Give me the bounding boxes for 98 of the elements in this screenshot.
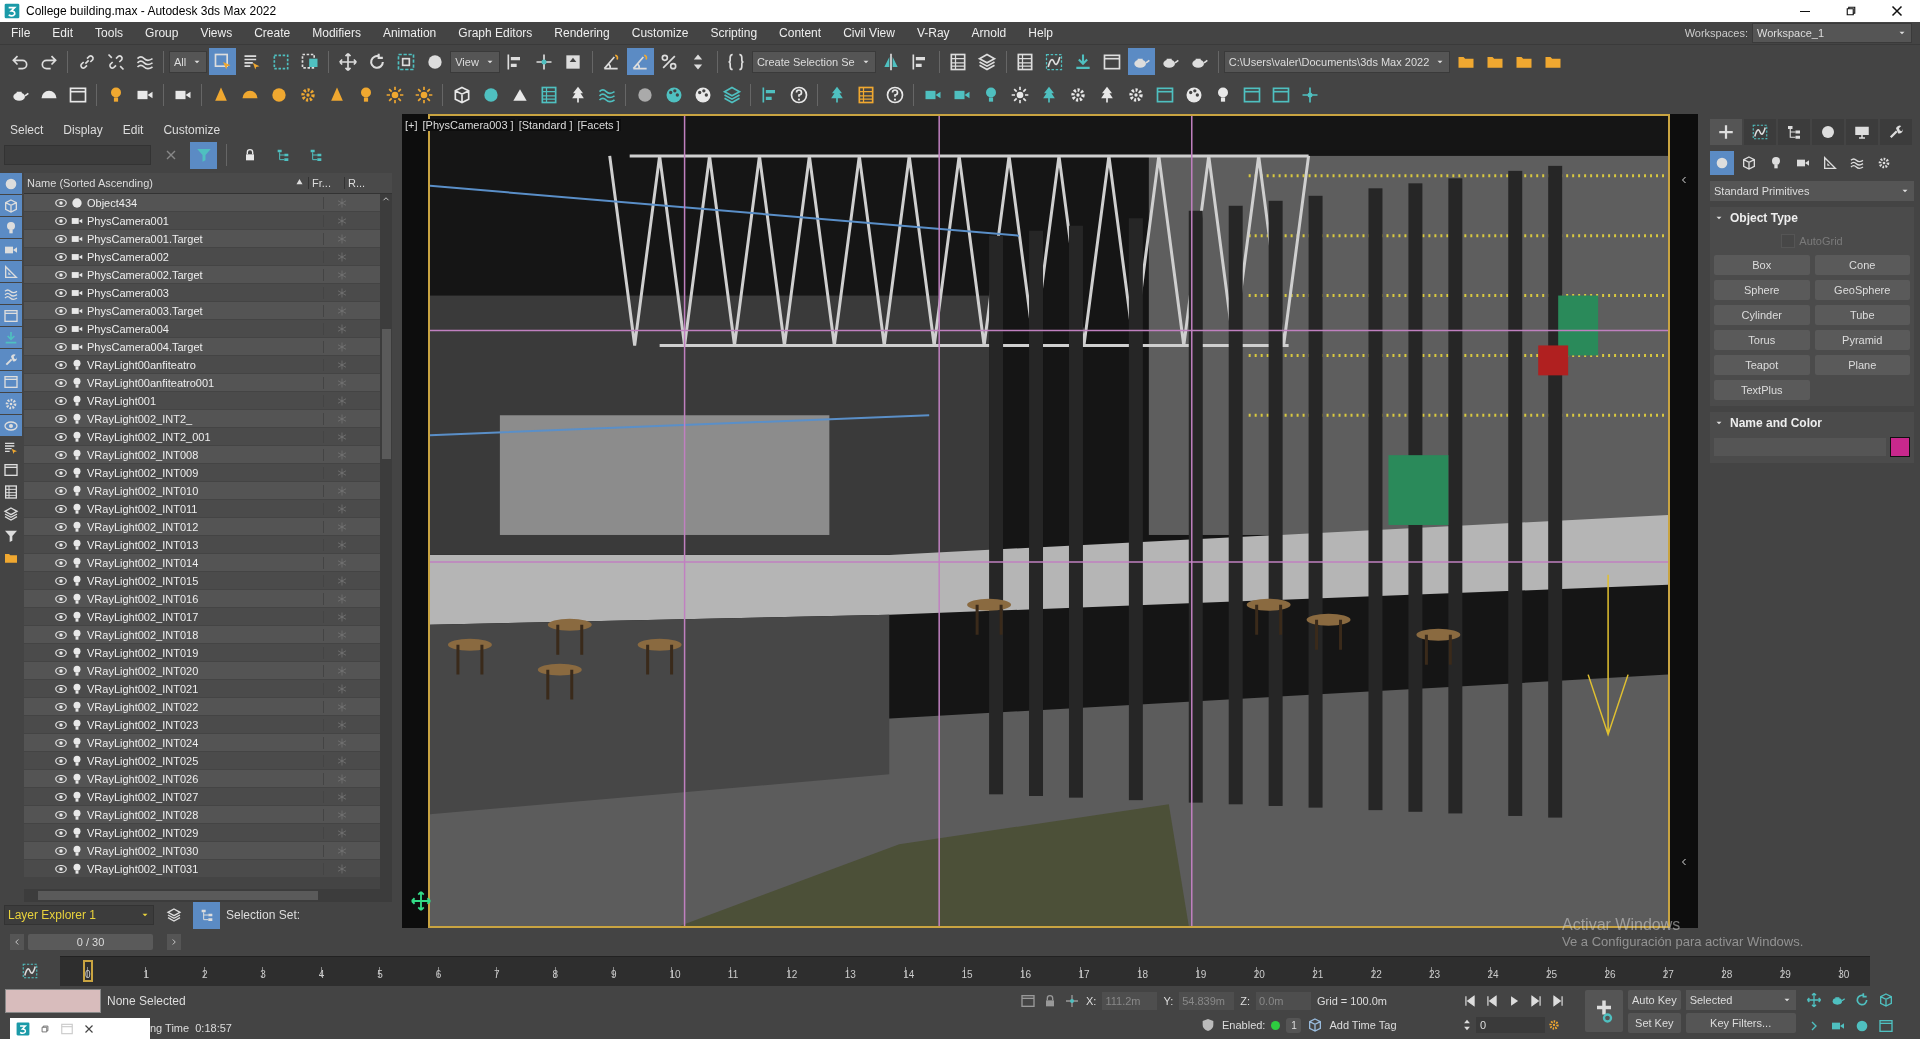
frame-number: 11 (727, 969, 739, 980)
frame-number: 17 (1078, 969, 1090, 980)
frame-number: 29 (1779, 969, 1791, 980)
coordinate-label: Z: (1240, 995, 1250, 1007)
key-mode-dropdown[interactable]: Selected (1685, 990, 1796, 1010)
viewport-menu-label[interactable]: [PhysCamera003 ] (421, 119, 515, 131)
render-time-text: ng Time 0:18:57 (150, 1022, 232, 1034)
menu-item[interactable]: Rendering (543, 26, 621, 40)
primitive-button[interactable]: Tube (1814, 305, 1910, 325)
frame-field[interactable]: 0 (1476, 1017, 1545, 1033)
frame-number: 24 (1487, 969, 1499, 980)
frame-number: 23 (1429, 969, 1441, 980)
menu-item[interactable]: Views (189, 26, 244, 40)
set-key-button[interactable]: Set Key (1628, 1013, 1681, 1033)
toolbar-dropdown[interactable]: View (450, 50, 500, 73)
toolbar-dropdown[interactable]: Create Selection Se (751, 50, 876, 73)
layer-dropdown[interactable]: Layer Explorer 1 (4, 905, 154, 925)
coordinate-label: X: (1086, 995, 1097, 1007)
primitive-button[interactable]: Cylinder (1714, 305, 1810, 325)
count-badge: 1 (1286, 1017, 1302, 1033)
frame-number: 1 (143, 969, 149, 980)
frame-number: 28 (1721, 969, 1733, 980)
menu-item[interactable]: Graph Editors (447, 26, 544, 40)
rollout-title[interactable]: Object Type (1730, 211, 1798, 225)
frame-number: 4 (318, 969, 325, 980)
grid-size-text: Grid = 100.0m (1317, 995, 1387, 1007)
frame-number: 19 (1195, 969, 1207, 980)
toolbar-dropdown[interactable]: C:\Users\valer\Documents\3ds Max 2022 (1223, 50, 1451, 73)
menu-item[interactable]: Edit (122, 123, 144, 137)
enabled-label: Enabled: (1222, 1019, 1266, 1031)
column-header[interactable]: Fr... (312, 177, 331, 189)
menu-item[interactable]: Customize (620, 26, 700, 40)
menu-item[interactable]: Modifiers (301, 26, 372, 40)
column-header[interactable]: Name (Sorted Ascending) (27, 177, 153, 189)
selection-set-label: Selection Set: (226, 908, 301, 922)
activation-message: Ve a Configuración para activar Windows. (1562, 934, 1804, 949)
viewport-menu-label[interactable]: [Standard ] (517, 119, 574, 131)
key-filters-button[interactable]: Key Filters... (1685, 1013, 1796, 1033)
frame-number: 27 (1662, 969, 1674, 980)
menu-item[interactable]: Display (63, 123, 103, 137)
workspace-dropdown[interactable]: Workspace_1 (1752, 23, 1912, 43)
column-header[interactable]: R... (348, 177, 366, 189)
frame-number: 15 (961, 969, 973, 980)
primitive-button[interactable]: Teapot (1714, 355, 1810, 375)
primitive-button[interactable]: Plane (1814, 355, 1910, 375)
menu-item[interactable]: Animation (371, 26, 448, 40)
frame-number: 10 (669, 969, 681, 980)
frame-number: 13 (844, 969, 856, 980)
primitive-button[interactable]: Cone (1814, 255, 1910, 275)
auto-key-button[interactable]: Auto Key (1628, 990, 1681, 1010)
frame-number: 25 (1545, 969, 1558, 980)
menu-item[interactable]: Tools (84, 26, 135, 40)
viewport-menu-label[interactable]: [+] (404, 119, 419, 131)
menu-item[interactable]: V-Ray (905, 26, 961, 40)
frame-number: 8 (552, 969, 559, 980)
frame-number: 3 (260, 969, 266, 980)
window-title: College building.max - Autodesk 3ds Max 2022 (26, 4, 278, 18)
frame-number: 14 (903, 969, 915, 980)
frame-number: 2 (201, 969, 208, 980)
frame-number: 18 (1136, 969, 1148, 980)
workspaces-label: Workspaces: (1684, 27, 1748, 39)
menu-item[interactable]: Group (134, 26, 190, 40)
frame-number: 9 (610, 969, 617, 980)
primitive-button[interactable]: Pyramid (1814, 330, 1910, 350)
frame-number: 7 (494, 969, 500, 980)
primitive-button[interactable]: GeoSphere (1814, 280, 1910, 300)
menu-item[interactable]: Select (10, 123, 44, 137)
frame-number: 22 (1370, 969, 1382, 980)
menu-item[interactable]: Civil View (832, 26, 906, 40)
menu-item[interactable]: Edit (41, 26, 85, 40)
menu-item[interactable]: Customize (163, 123, 221, 137)
menu-item[interactable]: Create (243, 26, 302, 40)
menu-item[interactable]: Help (1017, 26, 1064, 40)
rollout-title[interactable]: Name and Color (1730, 416, 1823, 430)
frame-number: 16 (1020, 969, 1032, 980)
primitive-button[interactable]: Box (1714, 255, 1810, 275)
frame-number: 5 (377, 969, 383, 980)
frame-number: 0 (85, 969, 91, 980)
frame-number: 12 (786, 969, 798, 980)
toolbar-dropdown[interactable]: All (169, 50, 208, 73)
viewport-menu-label[interactable]: [Facets ] (576, 119, 621, 131)
primitive-button[interactable]: Torus (1714, 330, 1810, 350)
add-time-tag-link[interactable]: Add Time Tag (1329, 1019, 1397, 1031)
primitive-button[interactable]: Sphere (1714, 280, 1810, 300)
primitive-button[interactable]: TextPlus (1714, 380, 1810, 400)
frame-number: 30 (1838, 969, 1850, 980)
frame-number: 21 (1312, 969, 1324, 980)
selection-status: None Selected (107, 994, 186, 1008)
category-dropdown[interactable]: Standard Primitives (1710, 181, 1914, 201)
menu-item[interactable]: File (0, 26, 42, 40)
time-slider-thumb[interactable]: 0 / 30 (28, 934, 153, 950)
menu-item[interactable]: Arnold (960, 26, 1018, 40)
frame-number: 26 (1604, 969, 1616, 980)
frame-number: 6 (435, 969, 442, 980)
frame-number: 20 (1253, 969, 1265, 980)
coordinate-label: Y: (1163, 995, 1174, 1007)
menu-item[interactable]: Scripting (699, 26, 769, 40)
menu-item[interactable]: Content (768, 26, 833, 40)
